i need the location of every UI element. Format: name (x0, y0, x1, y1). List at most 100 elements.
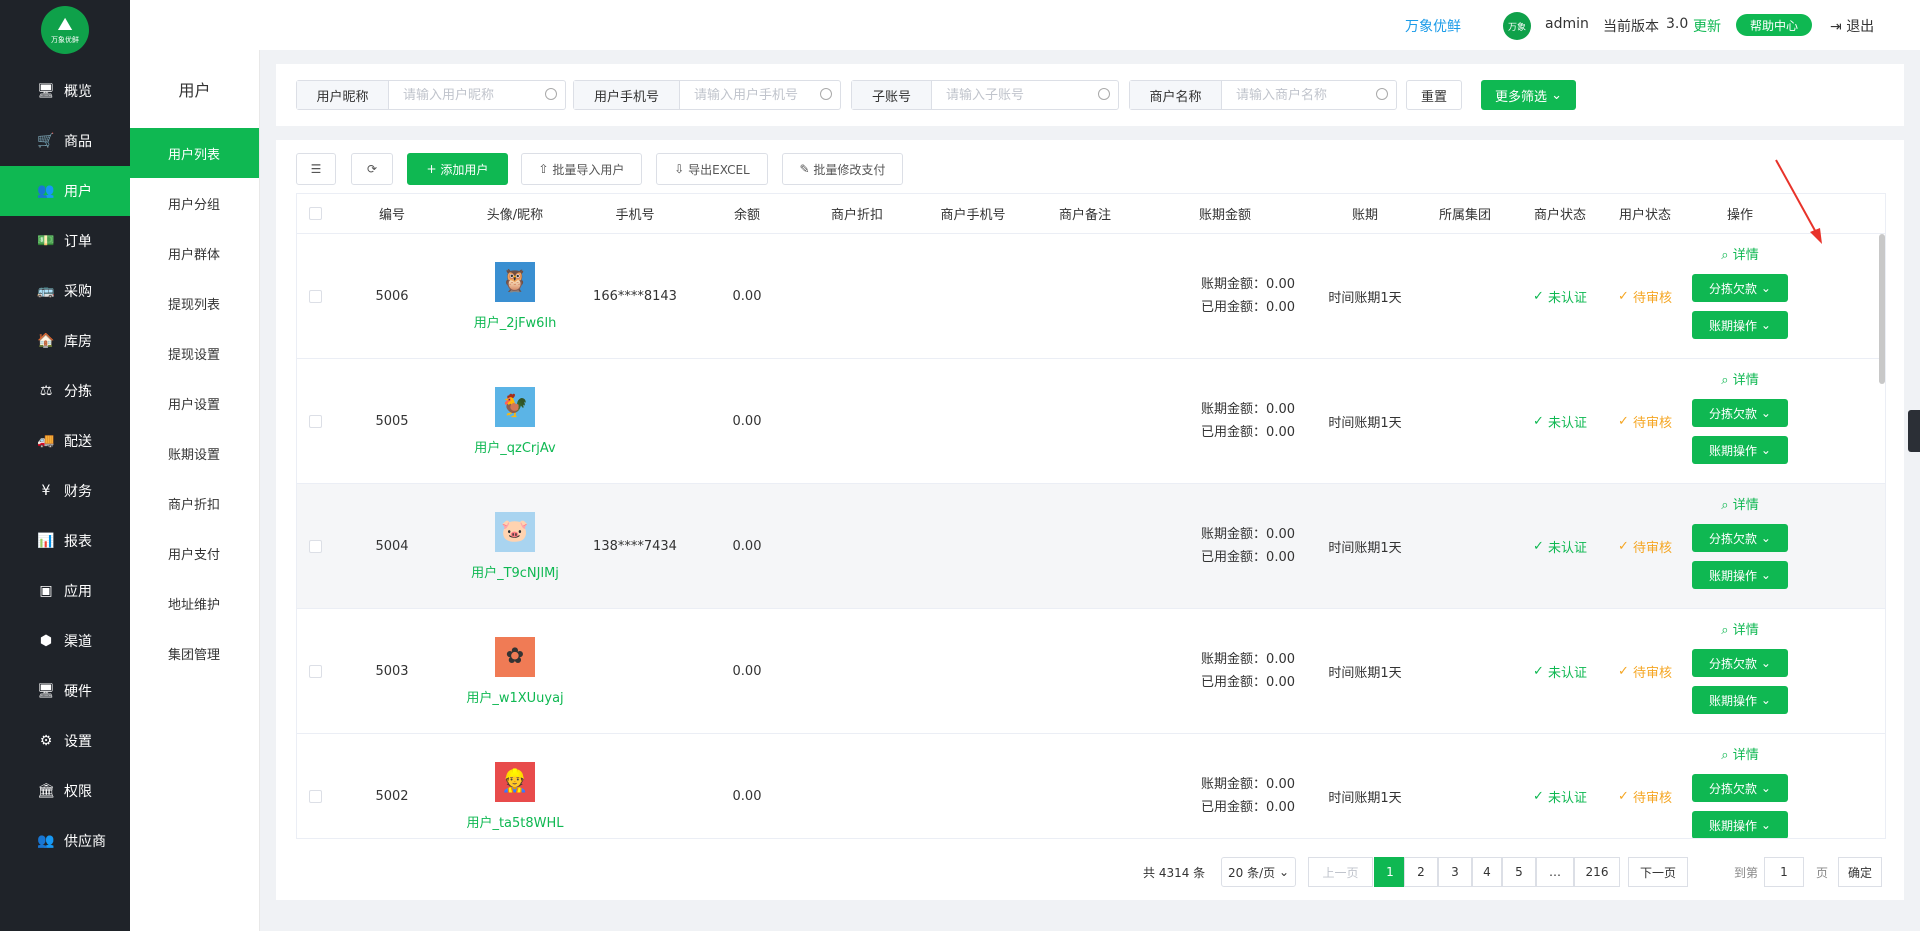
page-number-button[interactable]: … (1536, 857, 1574, 887)
page-number-button[interactable]: 216 (1574, 857, 1620, 887)
table-scrollbar[interactable] (1879, 234, 1885, 384)
sidebar-item-6[interactable]: ⚖ 分拣 (0, 366, 130, 416)
page-number-button[interactable]: 5 (1502, 857, 1536, 887)
acct-op-button[interactable]: 账期操作 ⌄ (1692, 436, 1788, 464)
sidebar-item-7[interactable]: 🚚 配送 (0, 416, 130, 466)
goto-confirm-button[interactable]: 确定 (1838, 857, 1882, 887)
user-nickname[interactable]: 用户_2jFw6lh (474, 312, 557, 331)
app-logo[interactable]: ⛰ 万象优鲜 (0, 0, 130, 60)
batch-pay-button[interactable]: ✎ 批量修改支付 (782, 153, 903, 185)
page-number-button[interactable]: 2 (1404, 857, 1438, 887)
check-icon: ✓ (1532, 788, 1548, 804)
user-nickname[interactable]: 用户_qzCrjAv (474, 437, 555, 456)
subnav-item-2[interactable]: 用户群体 (130, 228, 259, 278)
search-icon[interactable] (1376, 88, 1388, 100)
page-number-button[interactable]: 1 (1374, 857, 1406, 887)
column-menu-button[interactable]: ☰ (296, 153, 336, 185)
subnav-item-1[interactable]: 用户分组 (130, 178, 259, 228)
page-number-button[interactable]: 4 (1472, 857, 1502, 887)
row-checkbox[interactable] (308, 664, 322, 678)
acct-op-button[interactable]: 账期操作 ⌄ (1692, 311, 1788, 339)
prev-page-button[interactable]: 上一页 (1308, 857, 1373, 887)
sidebar-item-8[interactable]: ¥ 财务 (0, 466, 130, 516)
acct-op-button[interactable]: 账期操作 ⌄ (1692, 561, 1788, 589)
acct-op-button[interactable]: 账期操作 ⌄ (1692, 686, 1788, 714)
user-nickname[interactable]: 用户_T9cNJlMj (471, 562, 559, 581)
subnav-item-5[interactable]: 用户设置 (130, 378, 259, 428)
subnav-item-0[interactable]: 用户列表 (130, 128, 259, 178)
sidebar-item-9[interactable]: 📊 报表 (0, 516, 130, 566)
sidebar-item-14[interactable]: 🏛 权限 (0, 766, 130, 816)
id-cell: 5004 (333, 484, 451, 608)
row-checkbox[interactable] (308, 414, 322, 428)
sidebar-item-3[interactable]: 💵 订单 (0, 216, 130, 266)
table-row[interactable]: 5002 👷 用户_ta5t8WHL 0.00 账期金额：0.00 已用金额：0.00 时间… (297, 734, 1885, 838)
table-row[interactable]: 5005 🐓 用户_qzCrjAv 0.00 账期金额：0.00 已用金额：0.00 时间账… (297, 359, 1885, 484)
subnav-item-9[interactable]: 地址维护 (130, 578, 259, 628)
select-all-checkbox[interactable] (308, 207, 322, 220)
subaccount-input[interactable] (946, 87, 1118, 103)
row-checkbox[interactable] (308, 789, 322, 803)
subnav-item-10[interactable]: 集团管理 (130, 628, 259, 678)
sidebar-item-1[interactable]: 🛒 商品 (0, 116, 130, 166)
sidebar-item-4[interactable]: 🚌 采购 (0, 266, 130, 316)
sidebar-item-12[interactable]: 🖥 硬件 (0, 666, 130, 716)
table-row[interactable]: 5003 ✿ 用户_w1XUuyaj 0.00 账期金额：0.00 已用金额：0.00 时间… (297, 609, 1885, 734)
sidebar-item-0[interactable]: 🖥 概览 (0, 66, 130, 116)
sidebar-item-15[interactable]: 👥 供应商 (0, 816, 130, 866)
refresh-button[interactable]: ⟳ (351, 153, 393, 185)
detail-link[interactable]: ⌕ 详情 (1721, 244, 1758, 264)
goto-page-input[interactable]: 1 (1764, 857, 1804, 887)
subnav-item-4[interactable]: 提现设置 (130, 328, 259, 378)
sidebar-item-2[interactable]: 👥 用户 (0, 166, 130, 216)
subnav-item-6[interactable]: 账期设置 (130, 428, 259, 478)
used-amount: 0.00 (1266, 800, 1295, 815)
user-nickname[interactable]: 用户_ta5t8WHL (466, 812, 563, 831)
page-size-select[interactable]: 20 条/页 ⌄ (1221, 857, 1296, 887)
subnav-item-7[interactable]: 商户折扣 (130, 478, 259, 528)
batch-import-button[interactable]: ⇧ 批量导入用户 (521, 153, 642, 185)
sort-debt-button[interactable]: 分拣欠款 ⌄ (1692, 649, 1788, 677)
page-number-button[interactable]: 3 (1438, 857, 1472, 887)
help-center-button[interactable]: 帮助中心 (1736, 14, 1812, 36)
subnav-item-3[interactable]: 提现列表 (130, 278, 259, 328)
acct-op-button[interactable]: 账期操作 ⌄ (1692, 811, 1788, 838)
merchant-note-cell (1035, 609, 1135, 733)
brand-link[interactable]: 万象优鲜 (1405, 16, 1461, 36)
side-panel-handle[interactable] (1908, 410, 1920, 452)
sort-debt-button[interactable]: 分拣欠款 ⌄ (1692, 274, 1788, 302)
table-row[interactable]: 5006 🦉 用户_2jFw6lh 166****8143 0.00 账期金额：0.00 已… (297, 234, 1885, 359)
user-nickname[interactable]: 用户_w1XUuyaj (466, 687, 563, 706)
row-checkbox[interactable] (308, 539, 322, 553)
sort-debt-button[interactable]: 分拣欠款 ⌄ (1692, 524, 1788, 552)
sidebar-item-13[interactable]: ⚙ 设置 (0, 716, 130, 766)
logout-button[interactable]: ⇥ 退出 (1830, 16, 1874, 36)
export-excel-button[interactable]: ⇩ 导出EXCEL (656, 153, 768, 185)
sort-debt-button[interactable]: 分拣欠款 ⌄ (1692, 399, 1788, 427)
sidebar-item-10[interactable]: ▣ 应用 (0, 566, 130, 616)
sidebar-item-11[interactable]: ⬢ 渠道 (0, 616, 130, 666)
phone-input[interactable] (694, 87, 840, 103)
search-icon[interactable] (1098, 88, 1110, 100)
search-icon[interactable] (820, 88, 832, 100)
reset-button[interactable]: 重置 (1406, 80, 1462, 110)
detail-link[interactable]: ⌕ 详情 (1721, 744, 1758, 764)
detail-link[interactable]: ⌕ 详情 (1721, 494, 1758, 514)
more-filters-button[interactable]: 更多筛选 ⌄ (1481, 80, 1576, 110)
table-row[interactable]: 5004 🐷 用户_T9cNJlMj 138****7434 0.00 账期金额：0.00… (297, 484, 1885, 609)
next-page-button[interactable]: 下一页 (1628, 857, 1688, 887)
username[interactable]: admin (1545, 16, 1589, 32)
row-checkbox[interactable] (308, 289, 322, 303)
merchant-input[interactable] (1236, 87, 1396, 103)
acct-period: 时间账期1天 (1328, 415, 1402, 431)
sort-debt-button[interactable]: 分拣欠款 ⌄ (1692, 774, 1788, 802)
detail-link[interactable]: ⌕ 详情 (1721, 619, 1758, 639)
avatar[interactable]: 万象 (1503, 12, 1531, 40)
update-link[interactable]: 更新 (1693, 16, 1721, 36)
subnav-item-8[interactable]: 用户支付 (130, 528, 259, 578)
add-user-button[interactable]: + 添加用户 (407, 153, 508, 185)
search-icon[interactable] (545, 88, 557, 100)
sidebar-item-5[interactable]: 🏠 库房 (0, 316, 130, 366)
nickname-input[interactable] (403, 87, 565, 103)
detail-link[interactable]: ⌕ 详情 (1721, 369, 1758, 389)
